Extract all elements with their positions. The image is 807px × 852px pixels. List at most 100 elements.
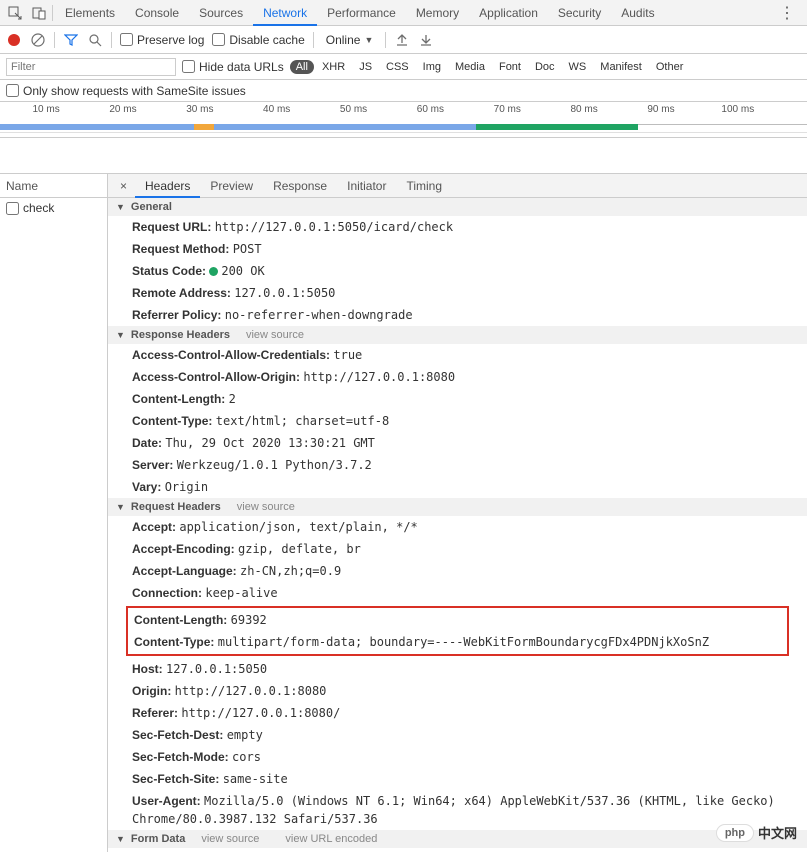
- hide-data-urls-label: Hide data URLs: [199, 60, 284, 74]
- tab-security[interactable]: Security: [548, 0, 611, 26]
- device-toggle-icon[interactable]: [28, 2, 50, 24]
- tab-audits[interactable]: Audits: [611, 0, 664, 26]
- filter-type-media[interactable]: Media: [449, 60, 491, 74]
- header-value: Origin: [165, 480, 208, 494]
- timeline-tick: 50 ms: [340, 104, 367, 115]
- timeline-tick: 100 ms: [721, 104, 754, 115]
- filter-type-img[interactable]: Img: [417, 60, 447, 74]
- detail-tab-headers[interactable]: Headers: [135, 174, 200, 198]
- header-value: gzip, deflate, br: [238, 542, 361, 556]
- main-split: Name check × HeadersPreviewResponseIniti…: [0, 174, 807, 852]
- timeline-tick: 70 ms: [494, 104, 521, 115]
- inspect-icon[interactable]: [4, 2, 26, 24]
- filter-type-css[interactable]: CSS: [380, 60, 415, 74]
- disable-cache-label: Disable cache: [229, 33, 304, 47]
- header-row: Vary: Origin: [108, 476, 807, 498]
- header-value: http://127.0.0.1:8080/: [181, 706, 340, 720]
- tab-sources[interactable]: Sources: [189, 0, 253, 26]
- detail-tab-initiator[interactable]: Initiator: [337, 174, 396, 198]
- preserve-log-label: Preserve log: [137, 33, 204, 47]
- header-row: User-Agent: Mozilla/5.0 (Windows NT 6.1;…: [108, 790, 807, 830]
- separator: [111, 32, 112, 48]
- header-key: Referrer Policy:: [132, 308, 221, 322]
- filter-input[interactable]: [6, 58, 176, 76]
- separator: [52, 5, 53, 21]
- header-value: 69392: [231, 613, 267, 627]
- header-row: Origin: http://127.0.0.1:8080: [108, 680, 807, 702]
- clear-button[interactable]: [30, 32, 46, 48]
- download-har-icon[interactable]: [418, 32, 434, 48]
- close-detail-icon[interactable]: ×: [112, 179, 135, 193]
- view-source-link[interactable]: view source: [237, 501, 295, 513]
- request-headers-section: ▼Request Headersview source Accept: appl…: [108, 498, 807, 830]
- header-value: 127.0.0.1:5050: [234, 286, 335, 300]
- search-icon[interactable]: [87, 32, 103, 48]
- header-value: same-site: [223, 772, 288, 786]
- header-key: Content-Type:: [134, 635, 214, 649]
- general-title: General: [131, 201, 172, 213]
- filter-type-other[interactable]: Other: [650, 60, 690, 74]
- disable-cache-checkbox[interactable]: Disable cache: [212, 33, 304, 47]
- upload-har-icon[interactable]: [394, 32, 410, 48]
- header-value: Werkzeug/1.0.1 Python/3.7.2: [177, 458, 372, 472]
- request-row[interactable]: check: [0, 198, 107, 218]
- filter-toggle-icon[interactable]: [63, 32, 79, 48]
- throttling-select[interactable]: Online▼: [322, 33, 378, 47]
- header-key: Access-Control-Allow-Credentials:: [132, 348, 330, 362]
- request-name: check: [23, 201, 54, 215]
- view-url-encoded-link[interactable]: view URL encoded: [285, 833, 377, 845]
- tab-network[interactable]: Network: [253, 0, 317, 26]
- tab-application[interactable]: Application: [469, 0, 548, 26]
- filter-type-all[interactable]: All: [290, 60, 314, 74]
- detail-tab-timing[interactable]: Timing: [396, 174, 452, 198]
- response-headers-title: Response Headers: [131, 329, 230, 341]
- detail-tab-response[interactable]: Response: [263, 174, 337, 198]
- header-row: Connection: keep-alive: [108, 582, 807, 604]
- filter-type-manifest[interactable]: Manifest: [594, 60, 648, 74]
- header-row: Content-Length: 69392: [132, 609, 783, 631]
- status-dot-icon: [209, 267, 218, 276]
- request-checkbox[interactable]: [6, 202, 19, 215]
- filter-type-js[interactable]: JS: [353, 60, 378, 74]
- filter-bar: Hide data URLs AllXHRJSCSSImgMediaFontDo…: [0, 54, 807, 80]
- header-value: 200 OK: [221, 264, 264, 278]
- request-detail: × HeadersPreviewResponseInitiatorTiming …: [108, 174, 807, 852]
- form-data-section: ▼Form Dataview sourceview URL encoded si…: [108, 830, 807, 852]
- timeline-overview[interactable]: 10 ms20 ms30 ms40 ms50 ms60 ms70 ms80 ms…: [0, 102, 807, 138]
- filter-type-ws[interactable]: WS: [563, 60, 593, 74]
- hide-data-urls-checkbox[interactable]: Hide data URLs: [182, 60, 284, 74]
- name-column-header[interactable]: Name: [0, 174, 107, 198]
- tab-console[interactable]: Console: [125, 0, 189, 26]
- watermark: php 中文网: [716, 823, 797, 842]
- header-key: Sec-Fetch-Site:: [132, 772, 219, 786]
- view-source-link[interactable]: view source: [201, 833, 259, 845]
- record-button[interactable]: [6, 32, 22, 48]
- header-key: Accept:: [132, 520, 176, 534]
- tab-performance[interactable]: Performance: [317, 0, 406, 26]
- preserve-log-checkbox[interactable]: Preserve log: [120, 33, 204, 47]
- samesite-checkbox[interactable]: Only show requests with SameSite issues: [6, 84, 246, 98]
- detail-tab-preview[interactable]: Preview: [200, 174, 263, 198]
- header-key: Connection:: [132, 586, 202, 600]
- header-row: Accept: application/json, text/plain, */…: [108, 516, 807, 538]
- response-headers-header[interactable]: ▼Response Headersview source: [108, 326, 807, 344]
- filter-type-xhr[interactable]: XHR: [316, 60, 351, 74]
- header-key: Referer:: [132, 706, 178, 720]
- general-header[interactable]: ▼General: [108, 198, 807, 216]
- highlighted-headers: Content-Length: 69392Content-Type: multi…: [126, 606, 789, 656]
- request-headers-header[interactable]: ▼Request Headersview source: [108, 498, 807, 516]
- view-source-link[interactable]: view source: [246, 329, 304, 341]
- devtools-tab-bar: ElementsConsoleSourcesNetworkPerformance…: [0, 0, 807, 26]
- filter-type-doc[interactable]: Doc: [529, 60, 561, 74]
- tab-memory[interactable]: Memory: [406, 0, 469, 26]
- more-icon[interactable]: ⋮: [771, 3, 803, 23]
- response-headers-section: ▼Response Headersview source Access-Cont…: [108, 326, 807, 498]
- header-key: Request Method:: [132, 242, 229, 256]
- filter-type-font[interactable]: Font: [493, 60, 527, 74]
- header-value: http://127.0.0.1:5050/icard/check: [215, 220, 453, 234]
- header-row: Host: 127.0.0.1:5050: [108, 658, 807, 680]
- form-data-header[interactable]: ▼Form Dataview sourceview URL encoded: [108, 830, 807, 848]
- timeline-tick: 60 ms: [417, 104, 444, 115]
- header-key: Content-Length:: [132, 392, 225, 406]
- tab-elements[interactable]: Elements: [55, 0, 125, 26]
